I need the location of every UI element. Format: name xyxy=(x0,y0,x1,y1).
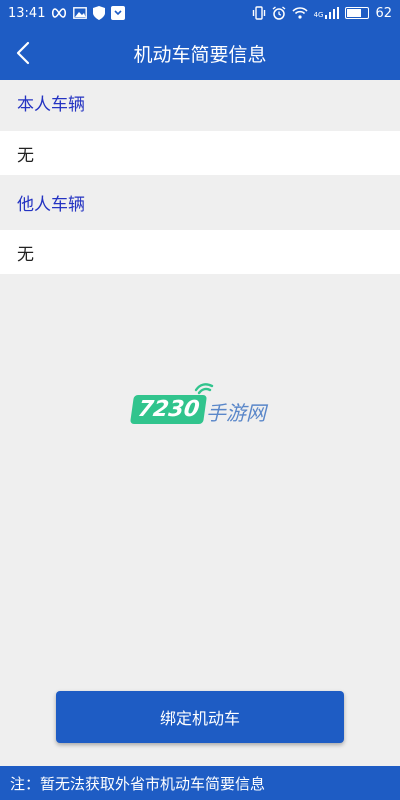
battery-percent: 62 xyxy=(375,5,392,21)
alarm-icon xyxy=(272,6,285,20)
back-button[interactable] xyxy=(6,36,40,70)
gallery-icon xyxy=(73,7,88,19)
section-header-own-vehicles: 本人车辆 xyxy=(0,80,400,124)
wifi-arc-icon xyxy=(194,383,214,395)
watermark-logo: 7230 手游网 xyxy=(128,380,278,426)
watermark-number: 7230 xyxy=(129,395,208,424)
page-title: 机动车简要信息 xyxy=(133,43,267,66)
wifi-icon xyxy=(291,7,308,19)
bind-vehicle-button[interactable]: 绑定机动车 xyxy=(56,691,344,743)
section-header-other-vehicles: 他人车辆 xyxy=(0,180,400,224)
footer-note: 注：暂无法获取外省市机动车简要信息 xyxy=(0,766,400,800)
app-bar: 机动车简要信息 xyxy=(0,26,400,80)
shield-icon xyxy=(93,6,106,20)
chevron-left-icon xyxy=(16,41,30,65)
network-type-label: 4G xyxy=(313,11,324,19)
status-bar: 13:41 4G 62 xyxy=(0,0,400,26)
other-vehicles-value: 无 xyxy=(0,230,400,274)
signal-icon xyxy=(325,7,340,19)
own-vehicles-value: 无 xyxy=(0,131,400,175)
watermark-text: 手游网 xyxy=(206,401,266,425)
battery-icon xyxy=(345,7,370,19)
infinity-icon xyxy=(52,8,67,18)
vibrate-icon xyxy=(252,6,265,20)
download-box-icon xyxy=(111,6,126,20)
status-time: 13:41 xyxy=(8,5,46,21)
